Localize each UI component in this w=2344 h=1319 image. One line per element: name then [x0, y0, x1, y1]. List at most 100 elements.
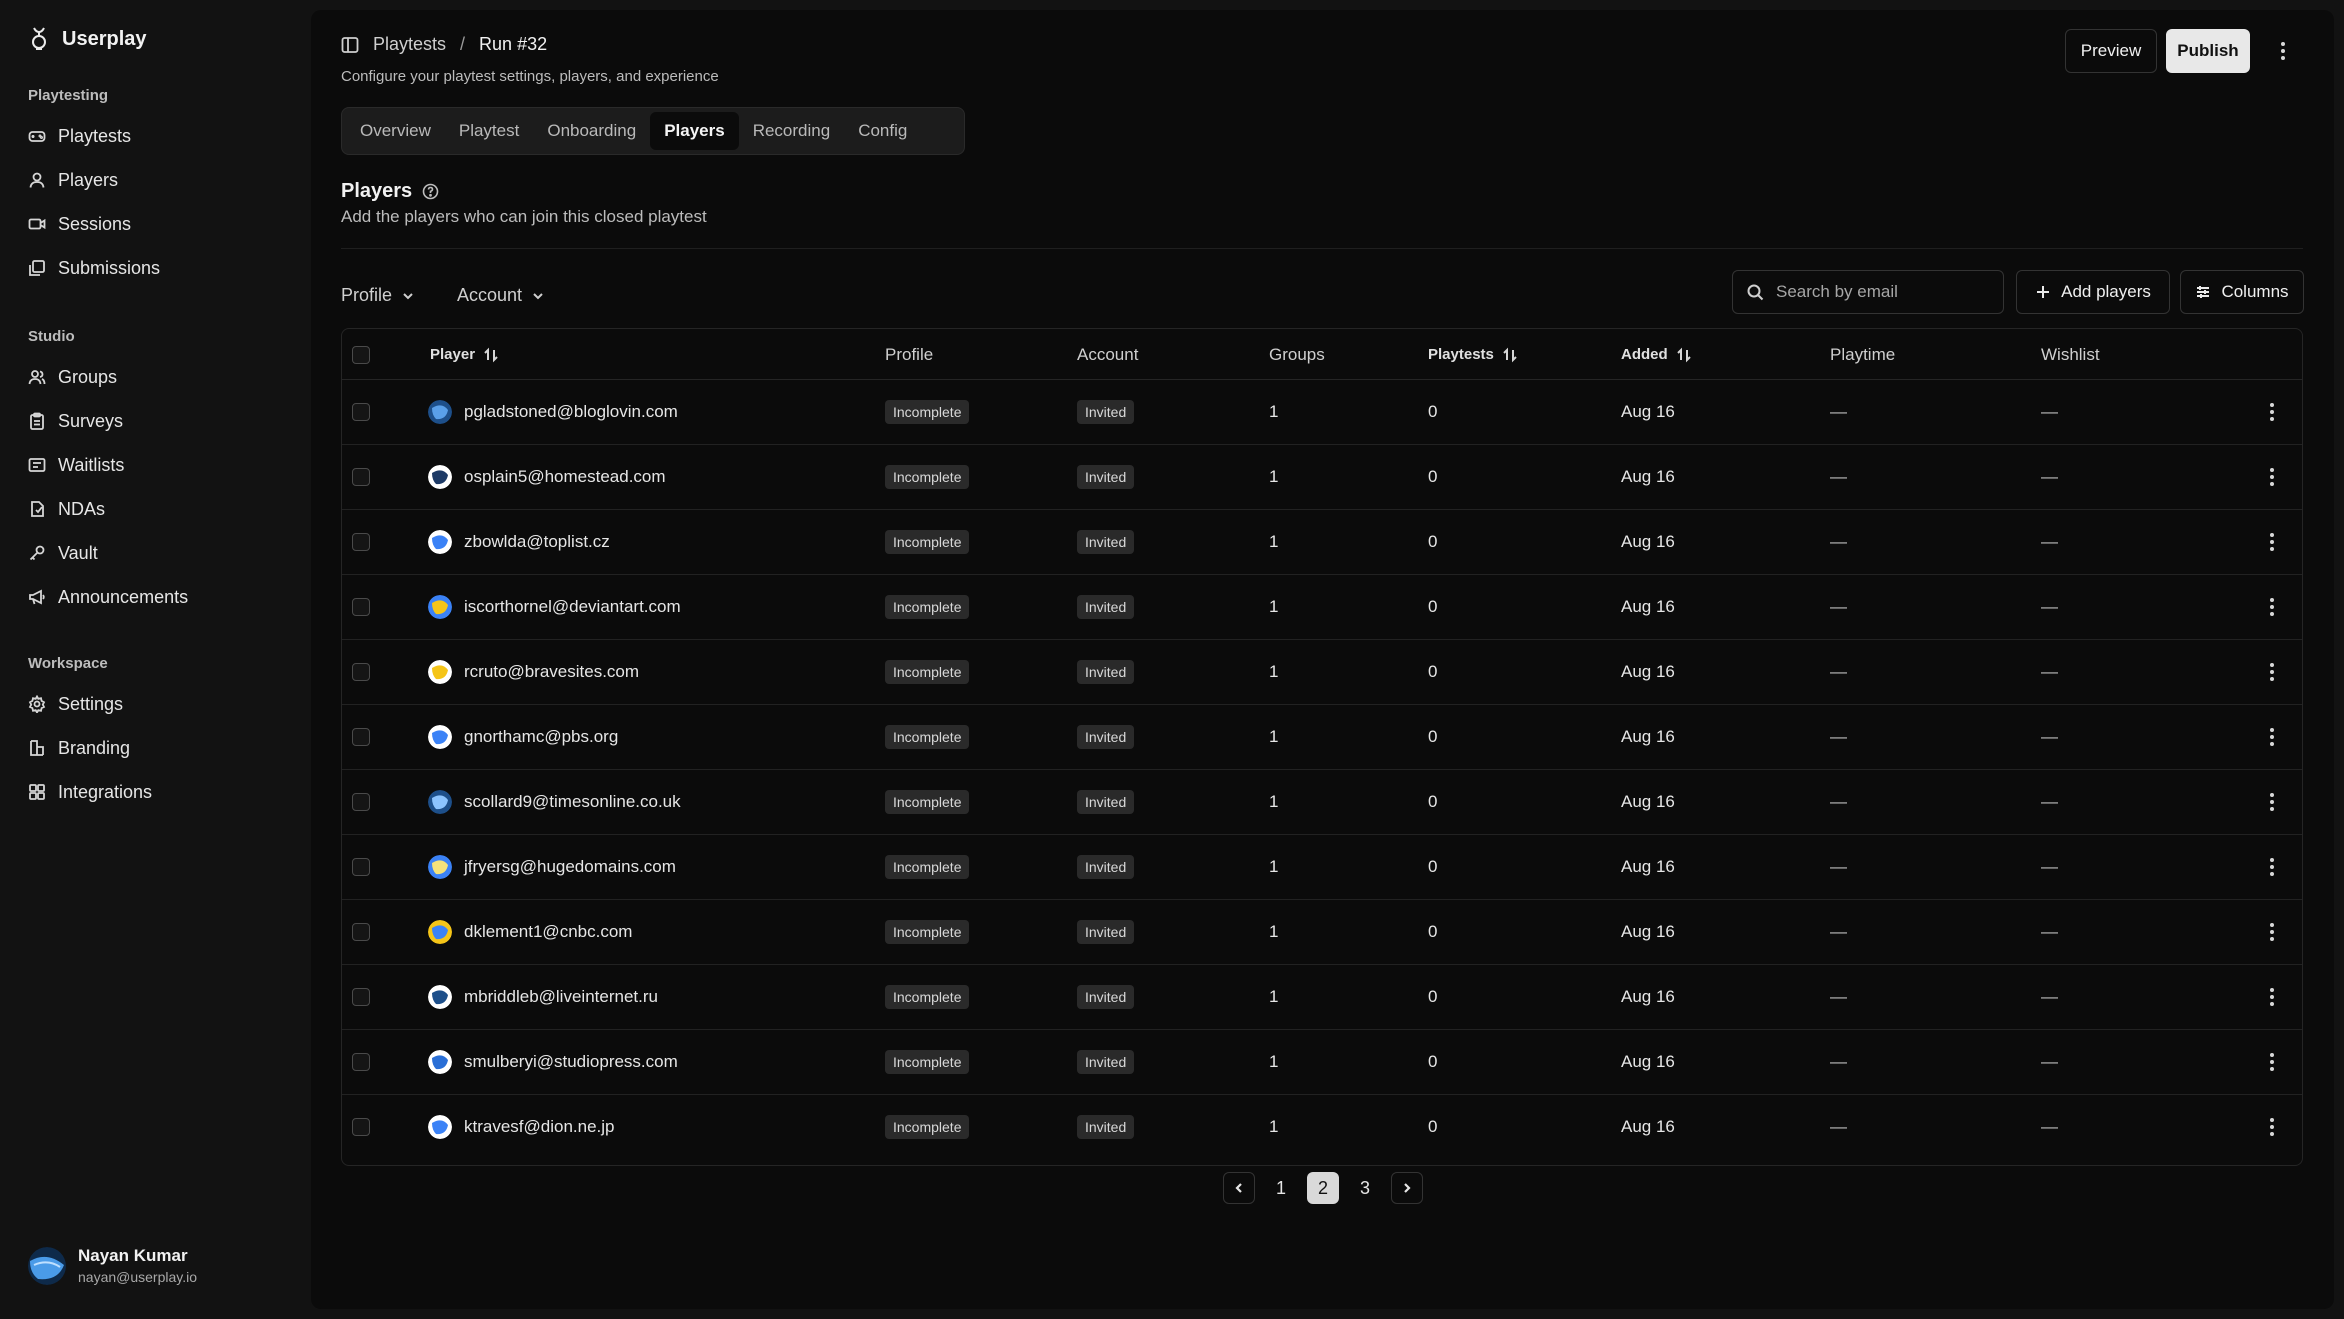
row-checkbox[interactable] [352, 468, 370, 486]
publish-button[interactable]: Publish [2166, 29, 2250, 73]
row-checkbox[interactable] [352, 403, 370, 421]
help-icon[interactable] [422, 183, 439, 200]
pagination: 123 [1223, 1172, 1423, 1204]
sort-icon [1503, 347, 1517, 362]
row-actions-icon[interactable] [2260, 530, 2284, 554]
player-email[interactable]: osplain5@homestead.com [464, 467, 666, 487]
sidebar-item-ndas[interactable]: NDAs [28, 493, 105, 525]
search-input[interactable] [1776, 282, 1976, 302]
table-row[interactable]: scollard9@timesonline.co.uk Incomplete Inv… [342, 770, 2302, 835]
player-email[interactable]: gnorthamc@pbs.org [464, 727, 618, 747]
column-header-added[interactable]: Added [1621, 329, 1692, 380]
add-players-button[interactable]: Add players [2016, 270, 2170, 314]
row-checkbox[interactable] [352, 598, 370, 616]
account-filter[interactable]: Account [457, 285, 544, 306]
player-email[interactable]: iscorthornel@deviantart.com [464, 597, 681, 617]
row-actions-icon[interactable] [2260, 985, 2284, 1009]
sidebar-item-branding[interactable]: Branding [28, 732, 130, 764]
tab-onboarding[interactable]: Onboarding [533, 112, 650, 150]
player-email[interactable]: dklement1@cnbc.com [464, 922, 632, 942]
player-email[interactable]: smulberyi@studiopress.com [464, 1052, 678, 1072]
row-checkbox[interactable] [352, 923, 370, 941]
table-row[interactable]: rcruto@bravesites.com Incomplete Invited 1 0… [342, 640, 2302, 705]
sidebar-item-announcements[interactable]: Announcements [28, 581, 188, 613]
stack-icon [29, 260, 45, 276]
breadcrumb-playtests[interactable]: Playtests [373, 34, 446, 55]
player-email[interactable]: rcruto@bravesites.com [464, 662, 639, 682]
row-actions-icon[interactable] [2260, 660, 2284, 684]
row-actions-icon[interactable] [2260, 855, 2284, 879]
row-actions-icon[interactable] [2260, 595, 2284, 619]
clipboard-icon [30, 412, 44, 430]
page-2-button[interactable]: 2 [1307, 1172, 1339, 1204]
player-email[interactable]: pgladstoned@bloglovin.com [464, 402, 678, 422]
table-row[interactable]: osplain5@homestead.com Incomplete Invited 1… [342, 445, 2302, 510]
table-row[interactable]: dklement1@cnbc.com Incomplete Invited 1 0 Aug… [342, 900, 2302, 965]
row-checkbox[interactable] [352, 988, 370, 1006]
page-3-button[interactable]: 3 [1349, 1172, 1381, 1204]
row-checkbox[interactable] [352, 1118, 370, 1136]
megaphone-icon [29, 589, 45, 605]
table-row[interactable]: zbowlda@toplist.cz Incomplete Invited 1 0 Aug… [342, 510, 2302, 575]
row-actions-icon[interactable] [2260, 725, 2284, 749]
row-checkbox[interactable] [352, 663, 370, 681]
page-1-button[interactable]: 1 [1265, 1172, 1297, 1204]
row-checkbox[interactable] [352, 858, 370, 876]
sidebar-item-integrations[interactable]: Integrations [28, 776, 152, 808]
player-email[interactable]: jfryersg@hugedomains.com [464, 857, 676, 877]
tab-overview[interactable]: Overview [346, 112, 445, 150]
sidebar-item-submissions[interactable]: Submissions [28, 252, 160, 284]
sidebar-toggle-icon[interactable] [341, 36, 359, 54]
user-profile[interactable]: Nayan Kumar nayan@userplay.io [28, 1246, 197, 1285]
playtests-count: 0 [1428, 1052, 1438, 1071]
preview-button[interactable]: Preview [2065, 29, 2157, 73]
table-row[interactable]: jfryersg@hugedomains.com Incomplete Invite… [342, 835, 2302, 900]
sidebar-item-waitlists[interactable]: Waitlists [28, 449, 124, 481]
sidebar-item-label: Settings [58, 693, 124, 714]
table-row[interactable]: iscorthornel@deviantart.com Incomplete Inv… [342, 575, 2302, 640]
previous-page-button[interactable] [1223, 1172, 1255, 1204]
tab-config[interactable]: Config [844, 112, 921, 150]
more-options-icon[interactable] [2271, 39, 2295, 63]
sidebar-item-players[interactable]: Players [28, 164, 118, 196]
row-actions-icon[interactable] [2260, 1050, 2284, 1074]
row-actions-icon[interactable] [2260, 1115, 2284, 1139]
row-actions-icon[interactable] [2260, 920, 2284, 944]
columns-button[interactable]: Columns [2180, 270, 2304, 314]
row-checkbox[interactable] [352, 1053, 370, 1071]
table-row[interactable]: pgladstoned@bloglovin.com Incomplete Invit… [342, 380, 2302, 445]
row-checkbox[interactable] [352, 728, 370, 746]
nav-section-playtesting: Playtesting [28, 87, 109, 104]
table-row[interactable]: gnorthamc@pbs.org Incomplete Invited 1 0 Aug … [342, 705, 2302, 770]
tab-playtest[interactable]: Playtest [445, 112, 533, 150]
player-email[interactable]: ktravesf@dion.ne.jp [464, 1117, 615, 1137]
select-all-checkbox[interactable] [352, 345, 370, 364]
player-avatar [428, 855, 452, 879]
tab-players[interactable]: Players [650, 112, 739, 150]
wishlist-value: — [2041, 1052, 2058, 1071]
row-checkbox[interactable] [352, 533, 370, 551]
sidebar-item-settings[interactable]: Settings [28, 688, 123, 720]
column-header-player[interactable]: Player [430, 329, 499, 380]
sidebar-item-sessions[interactable]: Sessions [28, 208, 131, 240]
player-email[interactable]: mbriddleb@liveinternet.ru [464, 987, 658, 1007]
tab-recording[interactable]: Recording [739, 112, 845, 150]
column-header-playtests[interactable]: Playtests [1428, 329, 1518, 380]
profile-filter[interactable]: Profile [341, 285, 414, 306]
row-checkbox[interactable] [352, 793, 370, 811]
sidebar-item-vault[interactable]: Vault [28, 537, 98, 569]
sidebar-item-groups[interactable]: Groups [28, 361, 117, 393]
table-row[interactable]: smulberyi@studiopress.com Incomplete Invit… [342, 1030, 2302, 1095]
table-row[interactable]: ktravesf@dion.ne.jp Incomplete Invited 1 0 Au… [342, 1095, 2302, 1160]
player-email[interactable]: zbowlda@toplist.cz [464, 532, 610, 552]
groups-count: 1 [1269, 467, 1279, 486]
row-actions-icon[interactable] [2260, 790, 2284, 814]
next-page-button[interactable] [1391, 1172, 1423, 1204]
brand[interactable]: Userplay [28, 24, 147, 54]
sidebar-item-surveys[interactable]: Surveys [28, 405, 123, 437]
table-row[interactable]: mbriddleb@liveinternet.ru Incomplete Invit… [342, 965, 2302, 1030]
row-actions-icon[interactable] [2260, 465, 2284, 489]
player-email[interactable]: scollard9@timesonline.co.uk [464, 792, 681, 812]
sidebar-item-playtests[interactable]: Playtests [28, 120, 131, 152]
row-actions-icon[interactable] [2260, 400, 2284, 424]
